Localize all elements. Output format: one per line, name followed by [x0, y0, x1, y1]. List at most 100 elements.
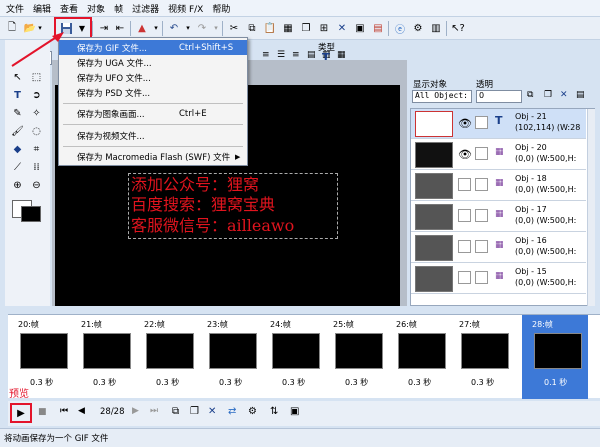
object-list-scrollbar[interactable]	[587, 109, 595, 306]
visibility-checkbox[interactable]	[458, 209, 471, 222]
lock-checkbox[interactable]	[475, 116, 488, 129]
object-row[interactable]: ▦ Obj - 17 (0,0) (W:500,H:	[411, 202, 586, 232]
frame-item-selected[interactable]: 28:帧 0.1 秒	[522, 315, 588, 399]
visibility-checkbox[interactable]	[458, 178, 471, 191]
crop-icon[interactable]: ⊞	[316, 20, 332, 36]
save-as-ufo-item[interactable]: 保存为 UFO 文件...	[59, 70, 247, 85]
crop-tool-icon[interactable]: ⌗	[29, 142, 44, 157]
zoom-out-icon[interactable]: ⊖	[29, 178, 44, 193]
frame-item[interactable]: 21:帧 0.3 秒	[71, 315, 134, 399]
object-copy-icon[interactable]: ⧉	[527, 90, 533, 100]
save-as-swf-item[interactable]: 保存为 Macromedia Flash (SWF) 文件 ▶	[59, 149, 247, 164]
save-as-uga-item[interactable]: 保存为 UGA 文件...	[59, 55, 247, 70]
frame-properties-icon[interactable]: ▣	[290, 406, 299, 417]
menu-video-fx[interactable]: 视频 F/X	[168, 2, 203, 15]
object-delete-icon[interactable]: ✕	[560, 90, 568, 100]
magic-wand-icon[interactable]: ✧	[29, 106, 44, 121]
paste-icon[interactable]: 📋	[262, 20, 278, 36]
menu-filter[interactable]: 过滤器	[132, 2, 159, 15]
reverse-frames-icon[interactable]: ⇅	[270, 406, 278, 417]
paste-frame-icon[interactable]: ▦	[280, 20, 296, 36]
menu-edit[interactable]: 编辑	[33, 2, 51, 15]
frame-item[interactable]: 25:帧 0.3 秒	[323, 315, 386, 399]
save-as-image-item[interactable]: 保存为图象画面... Ctrl+E	[59, 106, 247, 121]
menu-object[interactable]: 对象	[87, 2, 105, 15]
last-frame-icon[interactable]: ⏭	[150, 406, 158, 416]
eye-icon[interactable]: 👁	[458, 117, 472, 130]
frame-item[interactable]: 26:帧 0.3 秒	[386, 315, 449, 399]
zoom-in-icon[interactable]: ⊕	[10, 178, 25, 193]
add-frame-icon[interactable]: ⧉	[172, 406, 179, 417]
object-duplicate-icon[interactable]: ❐	[544, 90, 552, 100]
image-object-icon: ▦	[495, 147, 504, 157]
frame-item[interactable]: 22:帧 0.3 秒	[134, 315, 197, 399]
frame-item[interactable]: 23:帧 0.3 秒	[197, 315, 260, 399]
arrow-tool-icon[interactable]: ➲	[29, 88, 44, 103]
brush-icon[interactable]: 🖌	[10, 124, 25, 139]
import-icon[interactable]: ⇥	[96, 20, 112, 36]
frame-item[interactable]: 24:帧 0.3 秒	[260, 315, 323, 399]
text-object-selection[interactable]: 添加公众号：狸窝 百度搜索：狸窝宝典 客服微信号：ailleawo	[128, 173, 338, 239]
palette-icon[interactable]: ▥	[428, 20, 444, 36]
stop-icon[interactable]: ■	[38, 407, 47, 417]
frame-settings-icon[interactable]: ⚙	[248, 406, 257, 417]
delete-frame-icon[interactable]: ✕	[208, 406, 216, 417]
duplicate-icon[interactable]: ❐	[298, 20, 314, 36]
first-frame-icon[interactable]: ⏮	[60, 406, 68, 416]
play-icon: ▶	[17, 407, 25, 419]
object-thumbnail	[415, 173, 453, 199]
text-frame-icon[interactable]: ▤	[370, 20, 386, 36]
browser-preview-icon[interactable]: ⓔ	[392, 20, 408, 36]
menu-help[interactable]: 帮助	[212, 2, 230, 15]
select-icon[interactable]: ⬚	[29, 70, 44, 85]
foreground-color-swatch[interactable]	[21, 206, 41, 222]
eye-icon[interactable]: 👁	[458, 148, 472, 161]
save-dropdown-arrow-icon[interactable]: ▼	[74, 20, 90, 36]
cut-icon[interactable]: ✂	[226, 20, 242, 36]
menu-frame[interactable]: 帧	[114, 2, 123, 15]
visibility-checkbox[interactable]	[458, 271, 471, 284]
save-as-gif-item[interactable]: 保存为 GIF 文件... Ctrl+Shift+S	[59, 40, 247, 55]
menu-view[interactable]: 查看	[60, 2, 78, 15]
fill-icon[interactable]: ◆	[10, 142, 25, 157]
frame-item[interactable]: 27:帧 0.3 秒	[449, 315, 512, 399]
object-thumbnail	[415, 235, 453, 261]
pointer-icon[interactable]: ↖	[10, 70, 25, 85]
show-objects-label: 显示对象	[413, 80, 448, 90]
menu-file[interactable]: 文件	[6, 2, 24, 15]
text-tool-icon[interactable]: T	[10, 88, 25, 103]
measure-icon[interactable]: ⁞⁞	[29, 160, 44, 175]
object-row[interactable]: ▦ Obj - 18 (0,0) (W:500,H:	[411, 171, 586, 201]
save-as-video-item[interactable]: 保存为视频文件...	[59, 128, 247, 143]
lock-checkbox[interactable]	[475, 178, 488, 191]
copy-frame-icon[interactable]: ❐	[190, 406, 199, 417]
export-icon[interactable]: ⇤	[112, 20, 128, 36]
object-properties-icon[interactable]: ▤	[576, 90, 585, 100]
preview-play-button[interactable]: ▶	[10, 403, 32, 423]
lock-checkbox[interactable]	[475, 240, 488, 253]
object-row[interactable]: ▦ Obj - 16 (0,0) (W:500,H:	[411, 233, 586, 263]
object-filter-select[interactable]: All Object:	[412, 90, 472, 103]
visibility-checkbox[interactable]	[458, 240, 471, 253]
lock-checkbox[interactable]	[475, 209, 488, 222]
object-row[interactable]: 👁 ▦ Obj - 20 (0,0) (W:500,H:	[411, 140, 586, 170]
save-as-psd-item[interactable]: 保存为 PSD 文件...	[59, 85, 247, 100]
image-icon[interactable]: ▣	[352, 20, 368, 36]
object-row[interactable]: ▦ Obj - 15 (0,0) (W:500,H:	[411, 264, 586, 294]
eyedropper-icon[interactable]: ⟋	[10, 160, 25, 175]
copy-icon[interactable]: ⧉	[244, 20, 260, 36]
lasso-icon[interactable]: ◌	[29, 124, 44, 139]
lock-checkbox[interactable]	[475, 271, 488, 284]
object-row[interactable]: 👁 T Obj - 21 (102,114) (W:28	[411, 109, 586, 139]
optimize-icon[interactable]: ⚙	[410, 20, 426, 36]
object-thumbnail	[415, 266, 453, 292]
context-help-icon[interactable]: ↖?	[450, 20, 466, 36]
previous-frame-icon[interactable]: ◀	[78, 406, 85, 416]
lock-checkbox[interactable]	[475, 147, 488, 160]
next-frame-icon[interactable]: ▶	[132, 406, 139, 416]
canvas-text-line-2: 百度搜索：狸窝宝典	[131, 195, 276, 214]
tween-icon[interactable]: ⇄	[228, 406, 236, 417]
transparency-input[interactable]: 0	[476, 90, 522, 103]
delete-icon[interactable]: ✕	[334, 20, 350, 36]
pen-icon[interactable]: ✎	[10, 106, 25, 121]
